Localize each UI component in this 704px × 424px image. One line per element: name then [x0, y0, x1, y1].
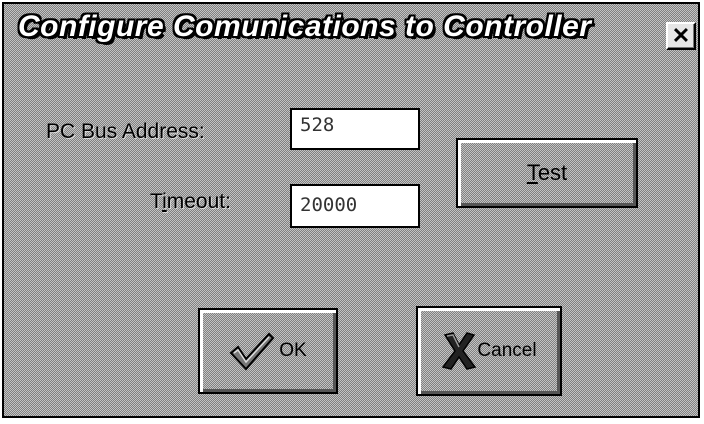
cancel-button[interactable]: Cancel	[416, 306, 562, 396]
bus-address-value: 528	[300, 114, 335, 136]
test-button[interactable]: Test	[456, 138, 638, 208]
timeout-label: Timeout:	[150, 190, 231, 214]
test-button-mnemonic: T	[526, 160, 538, 185]
bus-address-label: PC Bus Address:	[46, 120, 205, 143]
timeout-value: 20000	[300, 194, 358, 216]
timeout-label-t: T	[150, 190, 163, 213]
window-title: Configure Comunications to Controller	[18, 10, 592, 43]
close-button[interactable]: ✕	[666, 22, 696, 50]
test-button-label: Test	[527, 160, 567, 186]
close-icon: ✕	[671, 23, 691, 48]
dialog-window: Configure Comunications to Controller ✕ …	[2, 2, 700, 418]
timeout-label-rest: meout:	[166, 190, 231, 213]
ok-button[interactable]: OK	[198, 308, 338, 394]
bus-address-field[interactable]: 528	[290, 108, 420, 150]
cancel-button-label: Cancel	[477, 340, 537, 361]
x-mark-icon	[442, 332, 477, 370]
title-bar[interactable]: Configure Comunications to Controller ✕	[4, 4, 698, 64]
timeout-field[interactable]: 20000	[290, 184, 420, 228]
test-button-rest: est	[537, 160, 568, 185]
ok-button-label: OK	[279, 340, 307, 361]
checkmark-icon	[229, 332, 275, 371]
